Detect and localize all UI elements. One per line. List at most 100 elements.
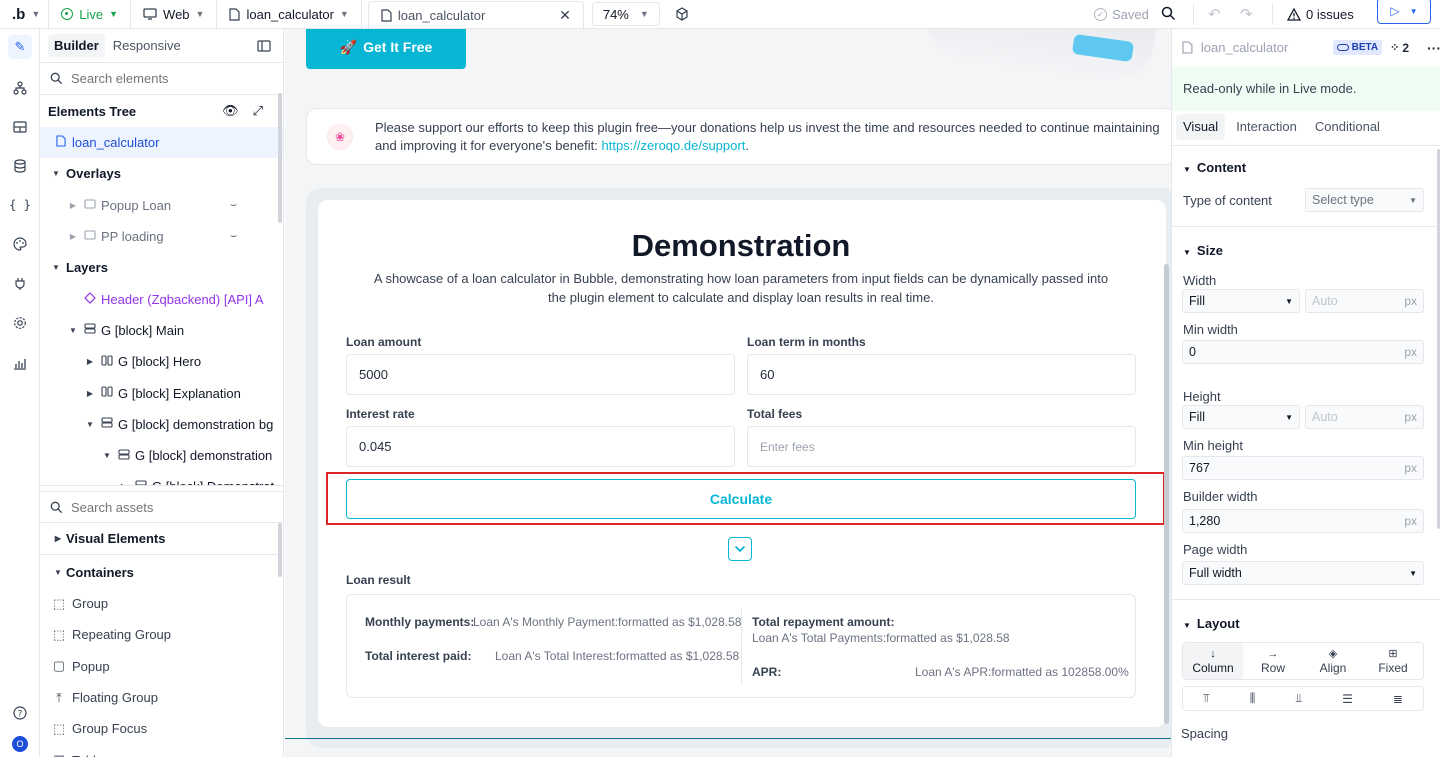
caret-down-icon[interactable]: ▼ — [101, 451, 113, 460]
total-fees-input[interactable]: Enter fees — [747, 426, 1136, 467]
tab-responsive[interactable]: Responsive — [107, 34, 187, 57]
builder-width-input[interactable]: 1,280 px — [1182, 509, 1424, 533]
distribute-space-icon[interactable]: ≣ — [1393, 692, 1403, 706]
caret-right-icon[interactable]: ▶ — [67, 232, 79, 241]
bubble-logo-menu[interactable]: .b ▼ — [0, 0, 50, 29]
more-options-icon[interactable]: ··· — [1427, 40, 1440, 56]
conditions-count[interactable]: ⁘ 2 — [1390, 41, 1409, 55]
size-section-header[interactable]: ▼ Size — [1183, 243, 1223, 258]
container-item[interactable]: ⤒ Floating Group — [40, 682, 278, 713]
container-item[interactable]: ▦ Table — [40, 744, 278, 757]
tree-item[interactable]: ▼ G [block] demonstration bg — [40, 409, 283, 440]
palette-icon[interactable] — [8, 232, 32, 256]
tree-item[interactable]: ▼ G [block] demonstration — [40, 440, 283, 471]
caret-down-icon[interactable]: ▼ — [84, 420, 96, 429]
container-item[interactable]: ▢ Popup — [40, 651, 278, 682]
zoom-dropdown[interactable]: 74% ▼ — [591, 2, 660, 26]
containers-section[interactable]: ▼ Containers — [40, 556, 278, 588]
page-width-select[interactable]: Full width ▼ — [1182, 561, 1424, 585]
panel-toggle-icon[interactable] — [257, 39, 271, 52]
tree-item[interactable]: ▼ Overlays — [40, 158, 283, 189]
interest-rate-input[interactable]: 0.045 — [346, 426, 735, 467]
live-mode-dropdown[interactable]: Live ▼ — [49, 0, 132, 29]
analytics-bar-icon[interactable] — [8, 351, 32, 375]
container-item[interactable]: ⬚ Repeating Group — [40, 619, 278, 650]
database-icon[interactable] — [8, 154, 32, 178]
layout-column-option[interactable]: ↓ Column — [1183, 643, 1243, 679]
preview-button[interactable]: ▷ ▼ — [1377, 0, 1431, 24]
height-mode-select[interactable]: Fill ▼ — [1182, 405, 1300, 429]
layout-row-option[interactable]: → Row — [1243, 643, 1303, 679]
search-assets-input[interactable] — [71, 499, 251, 515]
height-value-input[interactable]: Auto px — [1305, 405, 1424, 429]
tab-interaction[interactable]: Interaction — [1229, 114, 1304, 140]
align-middle-icon[interactable]: ⫼ — [1250, 691, 1256, 706]
container-item[interactable]: ⬚ Group Focus — [40, 713, 278, 744]
redo-icon[interactable]: ↷ — [1240, 5, 1253, 23]
issues-button[interactable]: 0 issues — [1287, 0, 1354, 29]
layout-section-header[interactable]: ▼ Layout — [1183, 616, 1240, 631]
hidden-eye-icon[interactable]: ⌣ — [230, 230, 237, 243]
caret-right-icon[interactable]: ▶ — [67, 201, 79, 210]
tab-visual[interactable]: Visual — [1176, 114, 1226, 140]
cube-icon[interactable] — [674, 6, 690, 22]
caret-right-icon[interactable]: ▶ — [84, 389, 96, 398]
tree-item[interactable]: Header (Zqbackend) [API] A — [40, 283, 283, 314]
tree-item[interactable]: ▶ PP loading ⌣ — [40, 221, 283, 252]
layout-fixed-option[interactable]: ⊞ Fixed — [1363, 643, 1423, 679]
platform-dropdown[interactable]: Web ▼ — [131, 0, 218, 29]
settings-gear-icon[interactable] — [8, 311, 32, 335]
expand-chevron-button[interactable] — [728, 537, 752, 561]
layout-align-option[interactable]: ◈ Align — [1303, 643, 1363, 679]
data-table-icon[interactable] — [8, 115, 32, 139]
undo-icon[interactable]: ↶ — [1208, 5, 1221, 23]
tab-conditional[interactable]: Conditional — [1308, 114, 1387, 140]
loan-amount-input[interactable]: 5000 — [346, 354, 735, 395]
get-it-free-button[interactable]: 🚀 Get It Free — [306, 29, 466, 69]
caret-down-icon[interactable]: ▼ — [67, 326, 79, 335]
caret-down-icon[interactable]: ▼ — [50, 169, 62, 178]
user-avatar[interactable]: O — [12, 736, 28, 752]
tree-item[interactable]: ▶ G [block] Hero — [40, 346, 283, 377]
width-value-input[interactable]: Auto px — [1305, 289, 1424, 313]
visual-elements-section[interactable]: ▶ Visual Elements — [40, 523, 278, 555]
tree-scrollbar[interactable] — [278, 93, 282, 223]
min-height-input[interactable]: 767 px — [1182, 456, 1424, 480]
tree-item[interactable]: loan_calculator — [40, 127, 283, 159]
tree-item-label: G [block] demonstration bg — [118, 416, 274, 432]
search-elements-input[interactable] — [71, 71, 251, 86]
tree-item[interactable]: ▶ Popup Loan ⌣ — [40, 190, 283, 221]
width-mode-select[interactable]: Fill ▼ — [1182, 289, 1300, 313]
code-braces-icon[interactable]: { } — [8, 193, 32, 217]
tree-item[interactable]: ▶ G [block] Explanation — [40, 377, 283, 408]
tree-item[interactable]: ▶ G [block] Demonstrat — [40, 471, 283, 485]
donation-link[interactable]: https://zeroqo.de/support — [602, 138, 746, 153]
type-of-content-select[interactable]: Select type ▼ — [1305, 188, 1424, 212]
distribute-center-icon[interactable]: ☰ — [1342, 692, 1353, 706]
tab-builder[interactable]: Builder — [48, 34, 105, 57]
caret-down-icon[interactable]: ▼ — [50, 263, 62, 272]
assets-scrollbar[interactable] — [278, 523, 282, 577]
close-icon[interactable]: ✕ — [559, 7, 571, 24]
content-section-header[interactable]: ▼ Content — [1183, 160, 1246, 175]
eye-icon[interactable]: 👁 — [222, 103, 239, 119]
align-top-icon[interactable]: ⫪ — [1203, 691, 1210, 706]
plugin-icon[interactable] — [8, 272, 32, 296]
help-icon[interactable]: ? — [8, 701, 32, 725]
caret-right-icon[interactable]: ▶ — [84, 357, 96, 366]
open-page-tab[interactable]: loan_calculator ✕ — [367, 0, 584, 29]
align-bottom-icon[interactable]: ⫫ — [1295, 691, 1302, 706]
expand-icon[interactable]: ⤢ — [253, 103, 263, 119]
caret-right-icon[interactable]: ▶ — [118, 482, 130, 485]
workflow-icon[interactable] — [8, 76, 32, 100]
container-item[interactable]: ⬚ Group — [40, 588, 278, 619]
tree-item[interactable]: ▼ Layers — [40, 252, 283, 283]
hidden-eye-icon[interactable]: ⌣ — [230, 199, 237, 212]
canvas-scrollbar[interactable] — [1164, 264, 1169, 724]
tree-item[interactable]: ▼ G [block] Main — [40, 315, 283, 346]
search-icon[interactable] — [1161, 6, 1177, 22]
min-width-input[interactable]: 0 px — [1182, 340, 1424, 364]
design-tab-pencil-icon[interactable]: ✎ — [8, 35, 32, 59]
loan-term-input[interactable]: 60 — [747, 354, 1136, 395]
page-dropdown[interactable]: loan_calculator ▼ — [217, 0, 362, 29]
